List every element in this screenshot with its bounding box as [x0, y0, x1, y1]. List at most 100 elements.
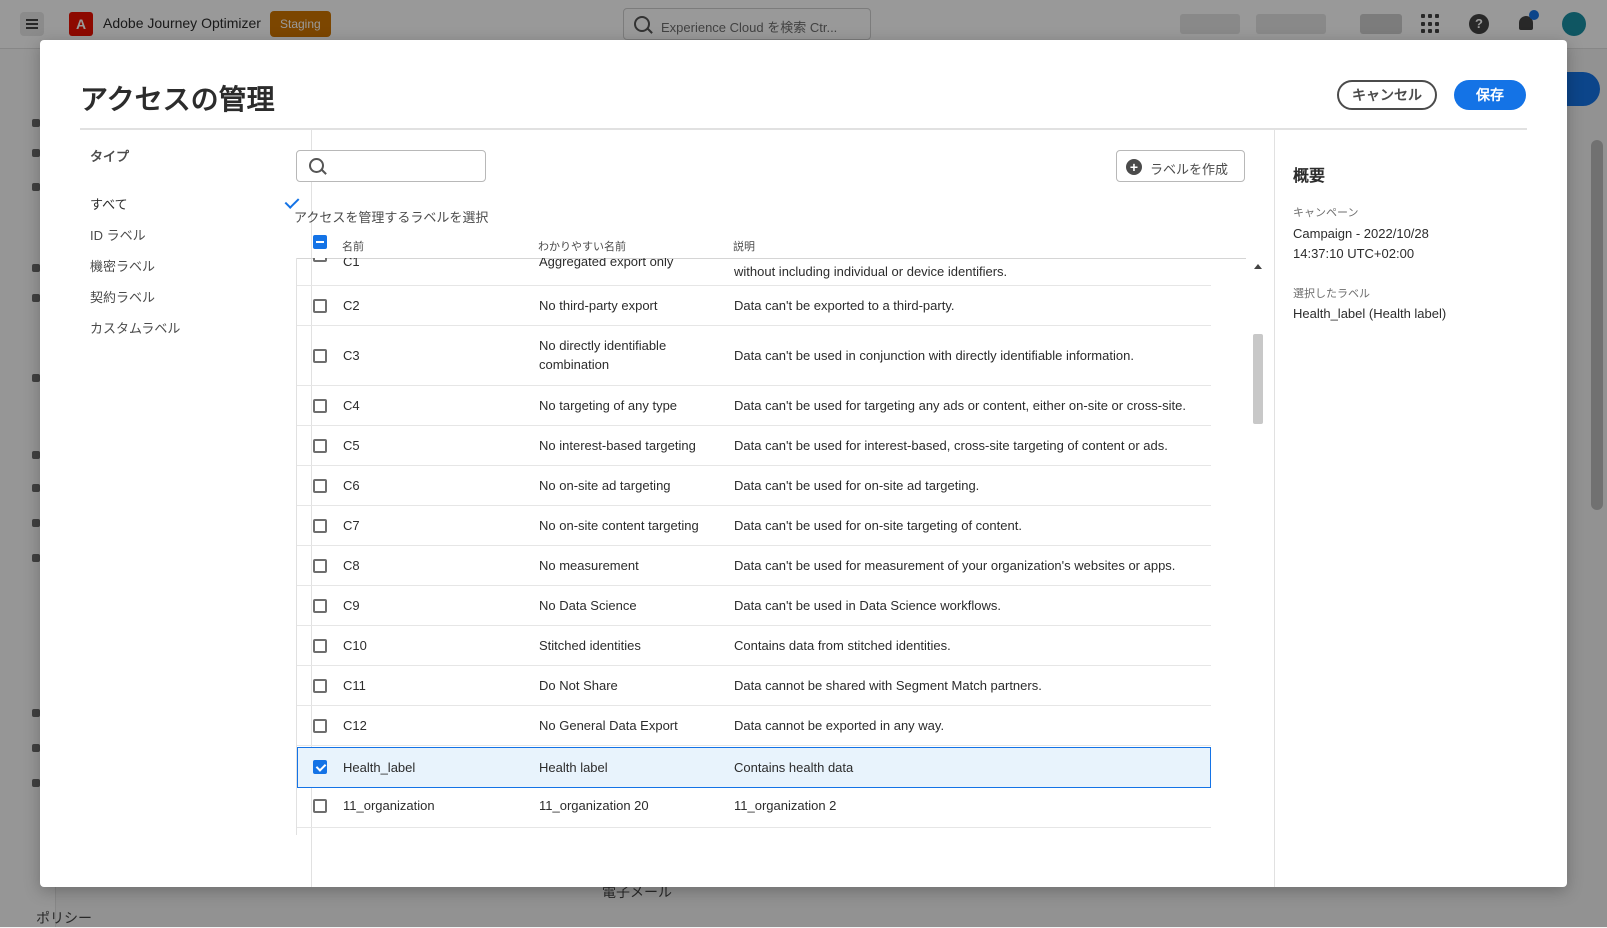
cell-friendly-name: Health label	[539, 760, 608, 775]
cell-description: Data can't be used for interest-based, c…	[734, 438, 1168, 453]
table-row[interactable]: C8 No measurement Data can't be used for…	[297, 546, 1211, 586]
table-row[interactable]: 11_organization 11_organization 20 11_or…	[297, 788, 1211, 828]
row-checkbox[interactable]	[313, 559, 327, 573]
row-checkbox[interactable]	[313, 399, 327, 413]
summary-campaign-label: キャンペーン	[1293, 207, 1359, 219]
cell-name: C1	[343, 258, 360, 269]
create-label-button[interactable]: + ラベルを作成	[1116, 150, 1245, 182]
cell-description: Data can't be used for targeting any ads…	[734, 398, 1186, 413]
cell-name: C7	[343, 518, 360, 533]
cell-friendly-name: No directly identifiable combination	[539, 338, 667, 372]
cell-friendly-name: No targeting of any type	[539, 398, 678, 413]
row-checkbox[interactable]	[313, 299, 327, 313]
cell-description: Data can't be used in conjunction with d…	[734, 348, 1134, 363]
table-row[interactable]: C12 No General Data Export Data cannot b…	[297, 706, 1211, 746]
cell-name: 11_organization	[343, 798, 435, 813]
save-button[interactable]: 保存	[1454, 80, 1526, 110]
type-item-sensitive-labels[interactable]: 機密ラベル	[90, 256, 155, 275]
cell-name: C5	[343, 438, 360, 453]
cell-friendly-name: No third-party export	[539, 298, 658, 313]
cell-description: Contains health data	[734, 760, 854, 775]
cell-description: Data can't be exported to a third-party.	[734, 298, 955, 313]
row-checkbox[interactable]	[313, 258, 327, 262]
row-checkbox[interactable]	[313, 439, 327, 453]
cell-name: C6	[343, 478, 360, 493]
labels-table-header: 名前 わかりやすい名前 説明	[296, 232, 1246, 259]
cell-description: Data can't be used in Data Science workf…	[734, 598, 1001, 613]
label-search-input[interactable]	[296, 150, 486, 182]
row-checkbox[interactable]	[313, 679, 327, 693]
cell-name: C12	[343, 718, 367, 733]
cell-friendly-name: No interest-based targeting	[539, 438, 696, 453]
column-header-friendly-name[interactable]: わかりやすい名前	[538, 238, 626, 254]
cell-name: C10	[343, 638, 367, 653]
cell-name: Health_label	[343, 760, 416, 775]
cell-description: Contains data from stitched identities.	[734, 638, 951, 653]
summary-divider	[1274, 130, 1275, 887]
manage-access-dialog: アクセスの管理 キャンセル 保存 タイプ すべて ID ラベル 機密ラベル 契約…	[40, 40, 1567, 887]
cell-friendly-name: Aggregated export only	[539, 258, 674, 269]
row-checkbox-checked[interactable]	[313, 760, 327, 774]
cell-friendly-name: No on-site ad targeting	[539, 478, 671, 493]
cell-name: C9	[343, 598, 360, 613]
table-row[interactable]: C1 Aggregated export only without includ…	[297, 258, 1211, 286]
add-circle-icon: +	[1126, 159, 1142, 175]
dialog-title: アクセスの管理	[80, 84, 275, 115]
column-header-description[interactable]: 説明	[733, 238, 755, 254]
create-label-text: ラベルを作成	[1150, 162, 1229, 177]
row-checkbox[interactable]	[313, 479, 327, 493]
cell-friendly-name: No on-site content targeting	[539, 518, 699, 533]
table-row-selected[interactable]: Health_label Health label Contains healt…	[297, 747, 1211, 788]
type-item-all[interactable]: すべて	[90, 194, 128, 213]
row-checkbox[interactable]	[313, 599, 327, 613]
cancel-button[interactable]: キャンセル	[1337, 80, 1437, 110]
cell-description: 11_organization 2	[734, 798, 837, 813]
cell-name: C3	[343, 348, 360, 363]
labels-table-body: C1 Aggregated export only without includ…	[296, 258, 1247, 835]
type-item-contract-labels[interactable]: 契約ラベル	[90, 287, 155, 306]
cell-description: Data can't be used for on-site targeting…	[734, 518, 1022, 533]
type-item-id-labels[interactable]: ID ラベル	[90, 225, 146, 244]
select-labels-caption: アクセスを管理するラベルを選択	[294, 210, 489, 225]
cell-description: Data can't be used for measurement of yo…	[734, 558, 1176, 573]
cell-description: Data cannot be shared with Segment Match…	[734, 678, 1042, 693]
search-icon	[309, 158, 324, 173]
table-row[interactable]: C6 No on-site ad targeting Data can't be…	[297, 466, 1211, 506]
row-checkbox[interactable]	[313, 519, 327, 533]
table-scrollbar[interactable]	[1252, 258, 1264, 835]
cell-name: C2	[343, 298, 360, 313]
summary-title: 概要	[1293, 168, 1326, 185]
table-row[interactable]: C7 No on-site content targeting Data can…	[297, 506, 1211, 546]
cell-name: C4	[343, 398, 360, 413]
scroll-thumb[interactable]	[1253, 334, 1263, 424]
cell-friendly-name: No measurement	[539, 558, 639, 573]
row-checkbox[interactable]	[313, 639, 327, 653]
summary-selected-labels-value: Health_label (Health label)	[1293, 306, 1447, 321]
table-row[interactable]: C4 No targeting of any type Data can't b…	[297, 386, 1211, 426]
table-row[interactable]: C9 No Data Science Data can't be used in…	[297, 586, 1211, 626]
table-row[interactable]: C11 Do Not Share Data cannot be shared w…	[297, 666, 1211, 706]
cell-friendly-name: 11_organization 20	[539, 798, 649, 813]
column-header-name[interactable]: 名前	[342, 238, 364, 254]
type-item-custom-labels[interactable]: カスタムラベル	[90, 318, 180, 337]
type-heading: タイプ	[90, 149, 130, 164]
table-row[interactable]: C10 Stitched identities Contains data fr…	[297, 626, 1211, 666]
table-row[interactable]: C5 No interest-based targeting Data can'…	[297, 426, 1211, 466]
summary-campaign-value: Campaign - 2022/10/28 14:37:10 UTC+02:00	[1293, 226, 1429, 261]
cell-description: Data cannot be exported in any way.	[734, 718, 945, 733]
cell-description: without including individual or device i…	[734, 264, 1008, 279]
cell-friendly-name: Stitched identities	[539, 638, 641, 653]
row-checkbox[interactable]	[313, 719, 327, 733]
table-row[interactable]: C3 No directly identifiable combination …	[297, 326, 1211, 386]
cell-name: C8	[343, 558, 360, 573]
select-all-checkbox[interactable]	[313, 235, 327, 249]
row-checkbox[interactable]	[313, 349, 327, 363]
cell-description: Data can't be used for on-site ad target…	[734, 478, 980, 493]
row-checkbox[interactable]	[313, 799, 327, 813]
cell-friendly-name: No General Data Export	[539, 718, 678, 733]
cell-name: C11	[343, 678, 366, 693]
cell-friendly-name: No Data Science	[539, 598, 637, 613]
summary-selected-labels-label: 選択したラベル	[1293, 288, 1370, 300]
table-row[interactable]: C2 No third-party export Data can't be e…	[297, 286, 1211, 326]
scroll-up-arrow-icon[interactable]	[1254, 264, 1262, 269]
